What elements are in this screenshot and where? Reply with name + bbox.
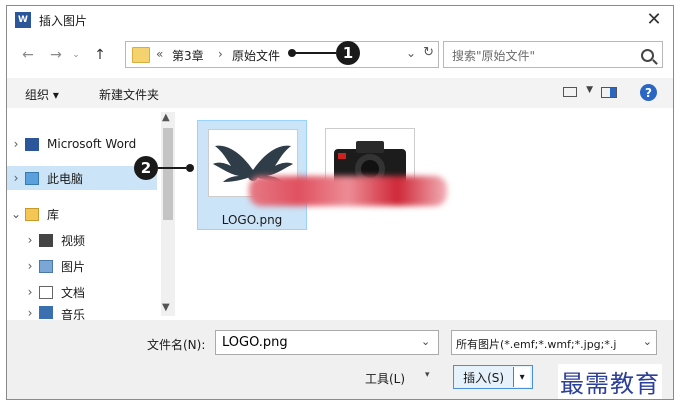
chevron-down-icon[interactable]: ⌄	[7, 207, 25, 221]
library-icon	[25, 207, 39, 221]
sidebar-item-label: Microsoft Word	[47, 137, 137, 151]
file-type-filter[interactable]: 所有图片(*.emf;*.wmf;*.jpg;*.j ⌄	[451, 330, 657, 355]
close-icon[interactable]: ✕	[643, 8, 665, 30]
chevron-right-icon[interactable]: ›	[21, 233, 39, 247]
refresh-icon[interactable]: ↻	[423, 45, 434, 60]
annotation-marker-1: 1	[336, 41, 360, 65]
folder-icon	[132, 47, 150, 63]
scroll-down-icon[interactable]: ▼	[162, 302, 170, 313]
chevron-down-icon[interactable]: ⌄	[643, 335, 652, 348]
sidebar-item-pictures[interactable]: › 图片	[7, 254, 171, 278]
address-dropdown-icon[interactable]: ⌄	[406, 46, 416, 60]
forward-arrow-icon[interactable]: →	[45, 44, 67, 66]
scroll-up-icon[interactable]: ▲	[162, 112, 170, 123]
annotation-line	[292, 52, 336, 54]
chevron-right-icon[interactable]: ›	[21, 259, 39, 273]
tools-dropdown-icon[interactable]: ▾	[425, 370, 430, 380]
tools-menu[interactable]: 工具(L)	[365, 370, 405, 387]
view-dropdown-icon[interactable]: ▼	[586, 85, 593, 95]
sidebar-item-videos[interactable]: › 视频	[7, 228, 171, 252]
breadcrumb-folder[interactable]: 原始文件	[232, 47, 280, 64]
address-bar[interactable]: « 第3章 › 原始文件 ⌄ ↻	[125, 41, 439, 68]
sidebar-item-label: 图片	[61, 259, 86, 274]
chevron-right-icon[interactable]: ›	[21, 306, 39, 320]
preview-pane-icon[interactable]	[601, 87, 617, 98]
up-arrow-icon[interactable]: ↑	[89, 44, 111, 66]
file-name: LOGO.png	[221, 213, 283, 227]
word-icon	[25, 137, 39, 151]
recent-locations-icon[interactable]: ⌄	[69, 44, 83, 66]
title-bar: W 插入图片 ✕	[7, 6, 673, 34]
computer-icon	[25, 171, 39, 185]
filename-label: 文件名(N):	[147, 338, 206, 352]
navigation-pane: › Microsoft Word › 此电脑 ⌄ 库 › 视频 › 图片 › 文…	[7, 108, 175, 320]
sidebar-item-label: 文档	[61, 285, 86, 300]
breadcrumb-chapter[interactable]: 第3章	[172, 47, 204, 64]
watermark-text: 最需教育	[558, 364, 662, 399]
chevron-right-icon[interactable]: ›	[7, 171, 25, 185]
sidebar-item-label: 此电脑	[47, 171, 84, 186]
search-placeholder: 搜索"原始文件"	[452, 49, 536, 63]
new-folder-button[interactable]: 新建文件夹	[99, 86, 159, 103]
insert-picture-dialog: W 插入图片 ✕ ← → ⌄ ↑ « 第3章 › 原始文件 ⌄ ↻ 搜索"原始文…	[6, 5, 674, 400]
insert-button-label: 插入(S)	[463, 370, 505, 385]
sidebar-item-documents[interactable]: › 文档	[7, 280, 171, 304]
annotation-line	[158, 167, 186, 169]
video-icon	[39, 233, 53, 247]
annotation-pointer	[186, 164, 194, 172]
insert-dropdown-icon[interactable]: ▾	[513, 367, 530, 387]
dialog-title: 插入图片	[39, 14, 88, 28]
sidebar-item-label: 库	[47, 207, 60, 222]
back-arrow-icon[interactable]: ←	[17, 44, 39, 66]
redaction-blur	[249, 176, 447, 206]
file-type-value: 所有图片(*.emf;*.wmf;*.jpg;*.j	[456, 338, 617, 351]
help-icon[interactable]: ?	[640, 84, 657, 101]
view-options-icon[interactable]	[563, 87, 577, 97]
sidebar-item-music[interactable]: › 音乐	[7, 306, 171, 320]
file-tile-logo[interactable]: LOGO.png	[197, 120, 307, 230]
sidebar-item-libraries[interactable]: ⌄ 库	[7, 202, 157, 226]
organize-menu[interactable]: 组织 ▾	[25, 86, 59, 103]
sidebar-item-label: 音乐	[61, 308, 86, 320]
insert-button[interactable]: 插入(S) ▾	[453, 365, 533, 389]
search-icon[interactable]	[641, 49, 654, 62]
breadcrumb-separator: ›	[218, 47, 223, 61]
sidebar-item-label: 视频	[61, 233, 86, 248]
file-list: LOGO.png	[185, 108, 673, 320]
word-icon: W	[15, 12, 31, 28]
music-icon	[39, 306, 53, 319]
sidebar-item-microsoft-word[interactable]: › Microsoft Word	[7, 132, 157, 156]
command-bar: 组织 ▾ 新建文件夹 ▼ ?	[7, 78, 673, 108]
sidebar-scroll-thumb[interactable]	[163, 128, 173, 220]
pictures-icon	[39, 259, 53, 273]
documents-icon	[39, 285, 53, 299]
search-box[interactable]: 搜索"原始文件"	[443, 41, 663, 68]
file-tile-camera[interactable]	[315, 120, 425, 230]
annotation-marker-2: 2	[134, 156, 158, 180]
chevron-right-icon[interactable]: ›	[7, 137, 25, 151]
breadcrumb-overflow[interactable]: «	[156, 47, 163, 61]
chevron-right-icon[interactable]: ›	[21, 285, 39, 299]
filename-input[interactable]	[215, 330, 439, 355]
chevron-down-icon[interactable]: ⌄	[421, 335, 430, 348]
